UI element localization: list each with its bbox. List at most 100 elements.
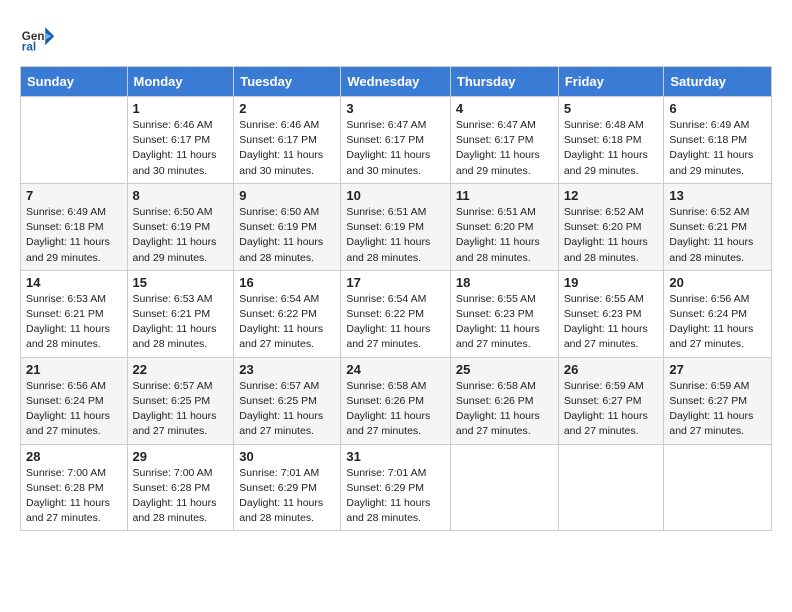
week-row-1: 1 Sunrise: 6:46 AMSunset: 6:17 PMDaylight… bbox=[21, 97, 772, 184]
calendar-cell bbox=[558, 444, 664, 531]
day-number: 28 bbox=[26, 449, 122, 464]
calendar-cell: 12 Sunrise: 6:52 AMSunset: 6:20 PMDayligh… bbox=[558, 183, 664, 270]
calendar-header-row: SundayMondayTuesdayWednesdayThursdayFrid… bbox=[21, 67, 772, 97]
logo-icon: Gene ral bbox=[20, 20, 56, 56]
day-number: 26 bbox=[564, 362, 659, 377]
day-info: Sunrise: 6:53 AMSunset: 6:21 PMDaylight:… bbox=[133, 292, 229, 353]
day-number: 11 bbox=[456, 188, 553, 203]
column-header-tuesday: Tuesday bbox=[234, 67, 341, 97]
week-row-4: 21 Sunrise: 6:56 AMSunset: 6:24 PMDayligh… bbox=[21, 357, 772, 444]
calendar-cell: 31 Sunrise: 7:01 AMSunset: 6:29 PMDayligh… bbox=[341, 444, 451, 531]
day-number: 9 bbox=[239, 188, 335, 203]
day-number: 31 bbox=[346, 449, 445, 464]
column-header-saturday: Saturday bbox=[664, 67, 772, 97]
calendar-cell: 1 Sunrise: 6:46 AMSunset: 6:17 PMDaylight… bbox=[127, 97, 234, 184]
calendar-cell: 19Sunrise: 6:55 AMSunset: 6:23 PMDayligh… bbox=[558, 270, 664, 357]
day-number: 16 bbox=[239, 275, 335, 290]
calendar-cell: 20Sunrise: 6:56 AMSunset: 6:24 PMDayligh… bbox=[664, 270, 772, 357]
day-info: Sunrise: 6:57 AMSunset: 6:25 PMDaylight:… bbox=[239, 379, 335, 440]
day-info: Sunrise: 6:58 AMSunset: 6:26 PMDaylight:… bbox=[456, 379, 553, 440]
day-info: Sunrise: 6:57 AMSunset: 6:25 PMDaylight:… bbox=[133, 379, 229, 440]
day-info: Sunrise: 6:48 AMSunset: 6:18 PMDaylight:… bbox=[564, 118, 659, 179]
calendar-cell bbox=[21, 97, 128, 184]
column-header-wednesday: Wednesday bbox=[341, 67, 451, 97]
day-number: 4 bbox=[456, 101, 553, 116]
calendar-cell: 7 Sunrise: 6:49 AMSunset: 6:18 PMDaylight… bbox=[21, 183, 128, 270]
day-info: Sunrise: 6:47 AMSunset: 6:17 PMDaylight:… bbox=[456, 118, 553, 179]
day-info: Sunrise: 6:55 AMSunset: 6:23 PMDaylight:… bbox=[456, 292, 553, 353]
day-info: Sunrise: 6:52 AMSunset: 6:20 PMDaylight:… bbox=[564, 205, 659, 266]
day-number: 17 bbox=[346, 275, 445, 290]
day-info: Sunrise: 6:46 AMSunset: 6:17 PMDaylight:… bbox=[133, 118, 229, 179]
day-info: Sunrise: 6:59 AMSunset: 6:27 PMDaylight:… bbox=[564, 379, 659, 440]
day-number: 25 bbox=[456, 362, 553, 377]
day-number: 10 bbox=[346, 188, 445, 203]
calendar-table: SundayMondayTuesdayWednesdayThursdayFrid… bbox=[20, 66, 772, 531]
day-info: Sunrise: 7:01 AMSunset: 6:29 PMDaylight:… bbox=[346, 466, 445, 527]
week-row-3: 14 Sunrise: 6:53 AMSunset: 6:21 PMDayligh… bbox=[21, 270, 772, 357]
calendar-cell: 24Sunrise: 6:58 AMSunset: 6:26 PMDayligh… bbox=[341, 357, 451, 444]
calendar-cell: 11Sunrise: 6:51 AMSunset: 6:20 PMDayligh… bbox=[450, 183, 558, 270]
column-header-sunday: Sunday bbox=[21, 67, 128, 97]
calendar-cell: 10Sunrise: 6:51 AMSunset: 6:19 PMDayligh… bbox=[341, 183, 451, 270]
day-info: Sunrise: 6:49 AMSunset: 6:18 PMDaylight:… bbox=[669, 118, 766, 179]
calendar-cell: 2 Sunrise: 6:46 AMSunset: 6:17 PMDaylight… bbox=[234, 97, 341, 184]
calendar-cell: 14 Sunrise: 6:53 AMSunset: 6:21 PMDayligh… bbox=[21, 270, 128, 357]
calendar-cell: 27Sunrise: 6:59 AMSunset: 6:27 PMDayligh… bbox=[664, 357, 772, 444]
calendar-cell: 28 Sunrise: 7:00 AMSunset: 6:28 PMDayligh… bbox=[21, 444, 128, 531]
column-header-friday: Friday bbox=[558, 67, 664, 97]
week-row-5: 28 Sunrise: 7:00 AMSunset: 6:28 PMDayligh… bbox=[21, 444, 772, 531]
calendar-cell: 25 Sunrise: 6:58 AMSunset: 6:26 PMDayligh… bbox=[450, 357, 558, 444]
day-number: 6 bbox=[669, 101, 766, 116]
day-number: 8 bbox=[133, 188, 229, 203]
calendar-cell: 29Sunrise: 7:00 AMSunset: 6:28 PMDayligh… bbox=[127, 444, 234, 531]
day-number: 1 bbox=[133, 101, 229, 116]
day-number: 21 bbox=[26, 362, 122, 377]
svg-text:ral: ral bbox=[22, 41, 36, 54]
calendar-cell: 18 Sunrise: 6:55 AMSunset: 6:23 PMDayligh… bbox=[450, 270, 558, 357]
calendar-cell: 22Sunrise: 6:57 AMSunset: 6:25 PMDayligh… bbox=[127, 357, 234, 444]
calendar-cell: 30 Sunrise: 7:01 AMSunset: 6:29 PMDayligh… bbox=[234, 444, 341, 531]
day-info: Sunrise: 6:46 AMSunset: 6:17 PMDaylight:… bbox=[239, 118, 335, 179]
week-row-2: 7 Sunrise: 6:49 AMSunset: 6:18 PMDaylight… bbox=[21, 183, 772, 270]
day-info: Sunrise: 7:00 AMSunset: 6:28 PMDaylight:… bbox=[26, 466, 122, 527]
calendar-cell: 21 Sunrise: 6:56 AMSunset: 6:24 PMDayligh… bbox=[21, 357, 128, 444]
day-info: Sunrise: 6:47 AMSunset: 6:17 PMDaylight:… bbox=[346, 118, 445, 179]
day-number: 15 bbox=[133, 275, 229, 290]
day-number: 23 bbox=[239, 362, 335, 377]
day-number: 5 bbox=[564, 101, 659, 116]
calendar-cell: 6 Sunrise: 6:49 AMSunset: 6:18 PMDaylight… bbox=[664, 97, 772, 184]
day-info: Sunrise: 7:00 AMSunset: 6:28 PMDaylight:… bbox=[133, 466, 229, 527]
day-info: Sunrise: 6:58 AMSunset: 6:26 PMDaylight:… bbox=[346, 379, 445, 440]
day-number: 2 bbox=[239, 101, 335, 116]
calendar-cell: 23 Sunrise: 6:57 AMSunset: 6:25 PMDayligh… bbox=[234, 357, 341, 444]
day-info: Sunrise: 6:54 AMSunset: 6:22 PMDaylight:… bbox=[346, 292, 445, 353]
day-number: 12 bbox=[564, 188, 659, 203]
calendar-cell: 5 Sunrise: 6:48 AMSunset: 6:18 PMDaylight… bbox=[558, 97, 664, 184]
calendar-cell bbox=[450, 444, 558, 531]
page-header: Gene ral bbox=[20, 20, 772, 56]
day-info: Sunrise: 6:49 AMSunset: 6:18 PMDaylight:… bbox=[26, 205, 122, 266]
day-number: 18 bbox=[456, 275, 553, 290]
day-number: 7 bbox=[26, 188, 122, 203]
column-header-thursday: Thursday bbox=[450, 67, 558, 97]
column-header-monday: Monday bbox=[127, 67, 234, 97]
day-info: Sunrise: 7:01 AMSunset: 6:29 PMDaylight:… bbox=[239, 466, 335, 527]
day-info: Sunrise: 6:55 AMSunset: 6:23 PMDaylight:… bbox=[564, 292, 659, 353]
day-info: Sunrise: 6:56 AMSunset: 6:24 PMDaylight:… bbox=[26, 379, 122, 440]
day-info: Sunrise: 6:50 AMSunset: 6:19 PMDaylight:… bbox=[239, 205, 335, 266]
day-info: Sunrise: 6:50 AMSunset: 6:19 PMDaylight:… bbox=[133, 205, 229, 266]
calendar-cell: 17 Sunrise: 6:54 AMSunset: 6:22 PMDayligh… bbox=[341, 270, 451, 357]
calendar-cell: 15 Sunrise: 6:53 AMSunset: 6:21 PMDayligh… bbox=[127, 270, 234, 357]
day-number: 13 bbox=[669, 188, 766, 203]
day-info: Sunrise: 6:54 AMSunset: 6:22 PMDaylight:… bbox=[239, 292, 335, 353]
calendar-cell: 4 Sunrise: 6:47 AMSunset: 6:17 PMDaylight… bbox=[450, 97, 558, 184]
calendar-cell bbox=[664, 444, 772, 531]
day-info: Sunrise: 6:53 AMSunset: 6:21 PMDaylight:… bbox=[26, 292, 122, 353]
day-number: 20 bbox=[669, 275, 766, 290]
calendar-cell: 26 Sunrise: 6:59 AMSunset: 6:27 PMDayligh… bbox=[558, 357, 664, 444]
calendar-cell: 13Sunrise: 6:52 AMSunset: 6:21 PMDayligh… bbox=[664, 183, 772, 270]
calendar-cell: 9 Sunrise: 6:50 AMSunset: 6:19 PMDaylight… bbox=[234, 183, 341, 270]
day-number: 30 bbox=[239, 449, 335, 464]
day-number: 14 bbox=[26, 275, 122, 290]
